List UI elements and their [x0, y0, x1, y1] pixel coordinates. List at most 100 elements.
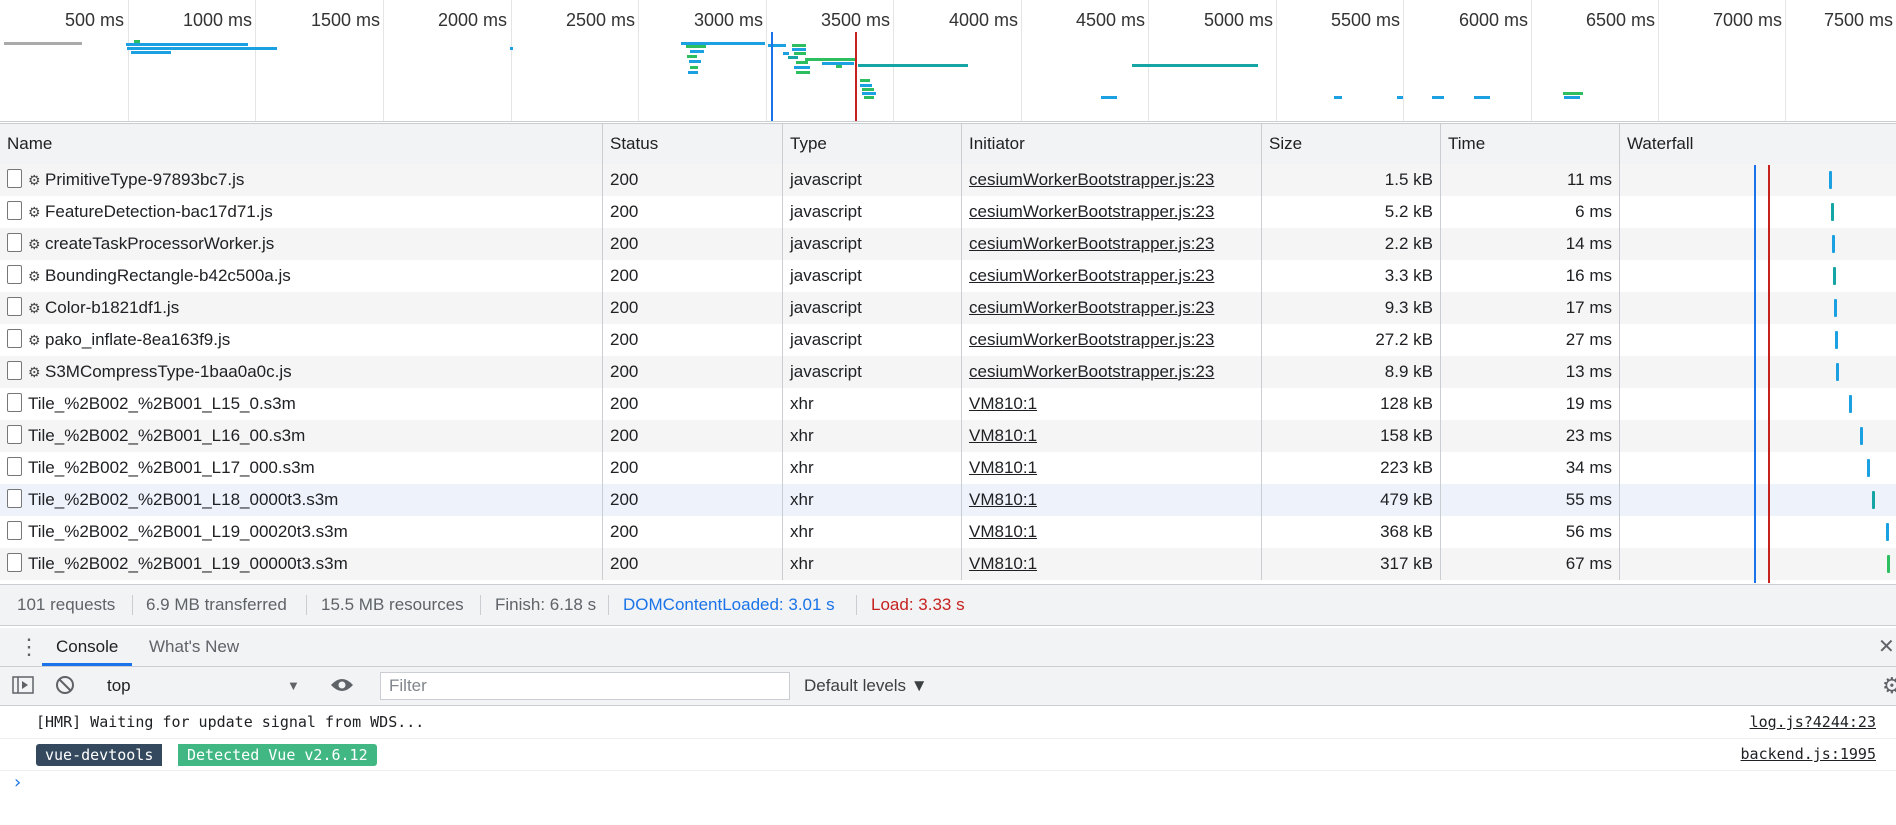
summary-finish: Finish: 6.18 s [495, 595, 597, 614]
table-row[interactable]: Tile_%2B002_%2B001_L17_000.s3m 200 xhr VM81… [0, 452, 1896, 484]
cell-name: ⚙ pako_inflate-8ea163f9.js [0, 324, 603, 356]
col-type[interactable]: Type [783, 124, 962, 164]
request-name: S3MCompressType-1baa0a0c.js [45, 362, 292, 381]
divider [306, 595, 307, 615]
tab-console[interactable]: Console [42, 628, 133, 666]
live-expression-eye-icon[interactable] [330, 667, 354, 705]
cell-status: 200 [603, 420, 783, 452]
cell-status: 200 [603, 548, 783, 580]
network-overview[interactable]: 500 ms 1000 ms 1500 ms 2000 ms 2500 ms 3000 m… [0, 0, 1896, 122]
table-row[interactable]: Tile_%2B002_%2B001_L19_00000t3.s3m 200 xhr… [0, 548, 1896, 580]
col-initiator[interactable]: Initiator [962, 124, 1262, 164]
table-row[interactable]: Tile_%2B002_%2B001_L15_0.s3m 200 xhr VM810:… [0, 388, 1896, 420]
cell-time: 19 ms [1441, 388, 1620, 420]
close-drawer-icon[interactable]: ✕ [1878, 628, 1895, 666]
overview-gridline [511, 0, 512, 121]
col-size[interactable]: Size [1262, 124, 1441, 164]
initiator-link[interactable]: cesiumWorkerBootstrapper.js:23 [969, 170, 1214, 189]
cell-time: 34 ms [1441, 452, 1620, 484]
overview-tick-label: 1500 ms [310, 10, 380, 30]
worker-gear-icon: ⚙ [28, 300, 41, 316]
cell-type: xhr [783, 420, 962, 452]
initiator-link[interactable]: cesiumWorkerBootstrapper.js:23 [969, 298, 1214, 317]
cell-type: xhr [783, 484, 962, 516]
table-row[interactable]: ⚙ S3MCompressType-1baa0a0c.js 200 javascrip… [0, 356, 1896, 388]
col-name[interactable]: Name [0, 124, 603, 164]
initiator-link[interactable]: VM810:1 [969, 394, 1037, 413]
overview-tick-label: 2000 ms [437, 10, 507, 30]
col-status[interactable]: Status [603, 124, 783, 164]
levels-dropdown[interactable]: Default levels ▼ [804, 667, 928, 705]
initiator-link[interactable]: VM810:1 [969, 458, 1037, 477]
table-row[interactable]: ⚙ BoundingRectangle-b42c500a.js 200 javascr… [0, 260, 1896, 292]
request-name: Tile_%2B002_%2B001_L19_00000t3.s3m [28, 554, 348, 573]
cell-waterfall [1620, 196, 1896, 228]
waterfall-dcl-line [1754, 165, 1756, 583]
overview-gridline [1276, 0, 1277, 121]
request-name: pako_inflate-8ea163f9.js [45, 330, 231, 349]
cell-type: javascript [783, 164, 962, 196]
initiator-link[interactable]: cesiumWorkerBootstrapper.js:23 [969, 202, 1214, 221]
overview-gridline [1658, 0, 1659, 121]
cell-size: 8.9 kB [1262, 356, 1441, 388]
divider [480, 595, 481, 615]
overview-request-bar [1564, 96, 1580, 99]
worker-gear-icon: ⚙ [28, 236, 41, 252]
drawer-tabbar: ⋮ Console What's New ✕ [0, 628, 1896, 667]
initiator-link[interactable]: cesiumWorkerBootstrapper.js:23 [969, 234, 1214, 253]
initiator-link[interactable]: cesiumWorkerBootstrapper.js:23 [969, 266, 1214, 285]
col-time[interactable]: Time [1441, 124, 1620, 164]
drawer-menu-icon[interactable]: ⋮ [18, 628, 40, 666]
table-row[interactable]: Tile_%2B002_%2B001_L18_0000t3.s3m 200 xhr V… [0, 484, 1896, 516]
waterfall-bar [1872, 491, 1875, 509]
cell-type: xhr [783, 452, 962, 484]
cell-name: ⚙ Color-b1821df1.js [0, 292, 603, 324]
overview-request-bar [788, 56, 798, 59]
file-icon [7, 457, 22, 476]
cell-type: xhr [783, 388, 962, 420]
overview-request-bar [796, 61, 808, 64]
overview-dcl-marker [771, 32, 773, 121]
initiator-link[interactable]: cesiumWorkerBootstrapper.js:23 [969, 362, 1214, 381]
table-row[interactable]: Tile_%2B002_%2B001_L16_00.s3m 200 xhr VM810… [0, 420, 1896, 452]
cell-initiator: VM810:1 [962, 388, 1262, 420]
cell-initiator: cesiumWorkerBootstrapper.js:23 [962, 228, 1262, 260]
console-prompt-chevron-icon[interactable]: › [12, 772, 23, 793]
table-row[interactable]: ⚙ pako_inflate-8ea163f9.js 200 javascript ce… [0, 324, 1896, 356]
tab-whats-new[interactable]: What's New [149, 628, 239, 666]
console-message-source-link[interactable]: log.js?4244:23 [1750, 706, 1876, 738]
worker-gear-icon: ⚙ [28, 332, 41, 348]
cell-status: 200 [603, 356, 783, 388]
initiator-link[interactable]: VM810:1 [969, 490, 1037, 509]
col-waterfall[interactable]: Waterfall [1620, 124, 1896, 164]
cell-status: 200 [603, 196, 783, 228]
initiator-link[interactable]: VM810:1 [969, 522, 1037, 541]
context-dropdown-icon[interactable]: ▼ [287, 667, 300, 705]
waterfall-bar [1832, 235, 1835, 253]
console-message-source-link[interactable]: backend.js:1995 [1741, 738, 1876, 770]
show-sidebar-icon[interactable] [12, 667, 34, 705]
clear-console-icon[interactable] [55, 667, 75, 705]
context-select[interactable]: top [107, 667, 131, 705]
overview-request-bar [796, 71, 810, 74]
table-row[interactable]: ⚙ PrimitiveType-97893bc7.js 200 javascript c… [0, 164, 1896, 196]
filter-input[interactable] [380, 672, 790, 700]
vue-devtools-badge: vue-devtools [36, 744, 163, 766]
console-settings-gear-icon[interactable]: ⚙ [1882, 667, 1896, 705]
overview-tick-label: 7000 ms [1712, 10, 1782, 30]
table-row[interactable]: ⚙ Color-b1821df1.js 200 javascript cesiumWor… [0, 292, 1896, 324]
cell-type: javascript [783, 356, 962, 388]
table-row[interactable]: Tile_%2B002_%2B001_L19_00020t3.s3m 200 xhr… [0, 516, 1896, 548]
initiator-link[interactable]: VM810:1 [969, 554, 1037, 573]
cell-size: 27.2 kB [1262, 324, 1441, 356]
overview-request-bar [131, 51, 171, 54]
summary-requests: 101 requests [17, 595, 116, 614]
table-row[interactable]: ⚙ createTaskProcessorWorker.js 200 javascri… [0, 228, 1896, 260]
overview-tick-label: 4500 ms [1075, 10, 1145, 30]
overview-gridline [1148, 0, 1149, 121]
cell-initiator: VM810:1 [962, 420, 1262, 452]
divider [856, 595, 857, 615]
initiator-link[interactable]: VM810:1 [969, 426, 1037, 445]
initiator-link[interactable]: cesiumWorkerBootstrapper.js:23 [969, 330, 1214, 349]
table-row[interactable]: ⚙ FeatureDetection-bac17d71.js 200 javascri… [0, 196, 1896, 228]
